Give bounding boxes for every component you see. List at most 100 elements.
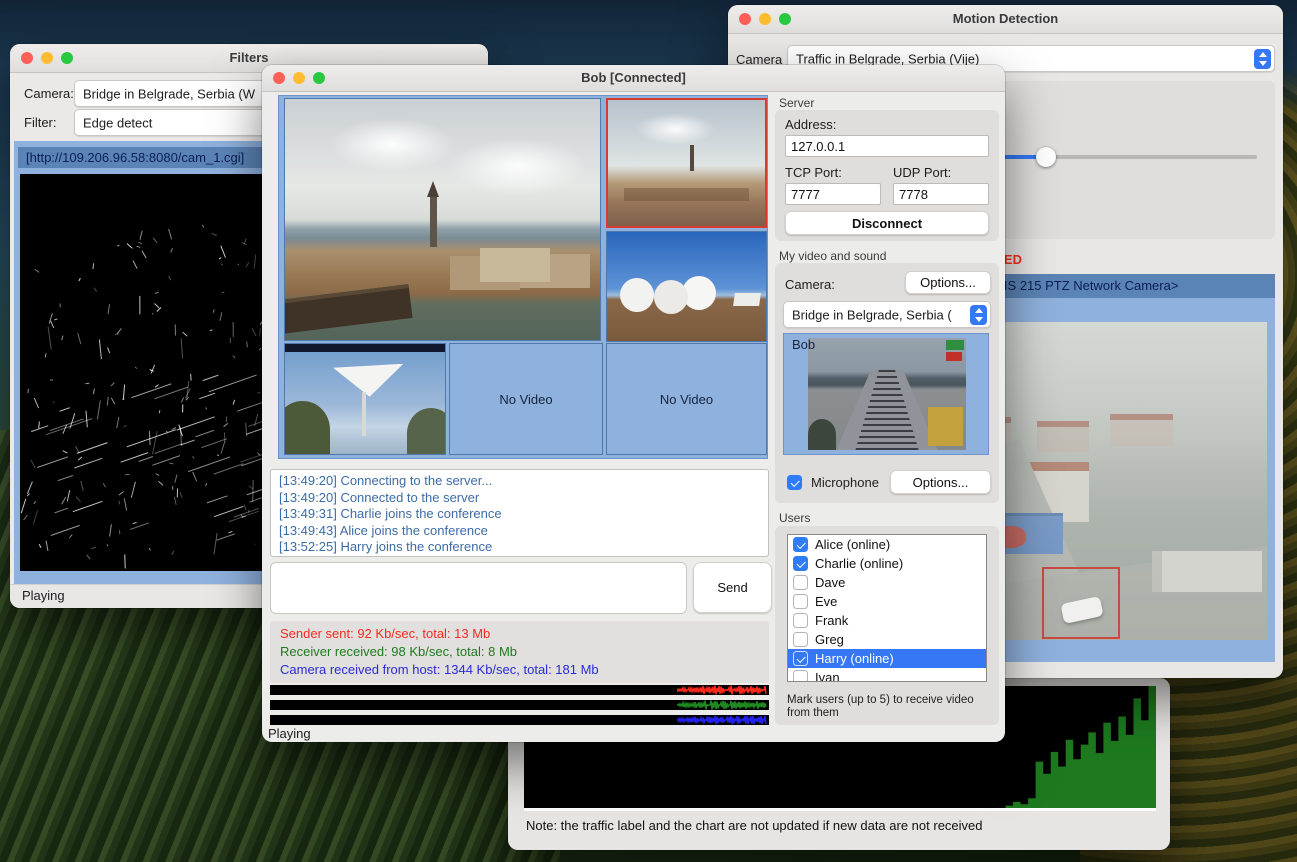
remote-video-feed-2[interactable] xyxy=(606,231,767,342)
buildings-shape xyxy=(480,248,549,282)
address-input[interactable] xyxy=(785,135,989,157)
sender-stat: Sender sent: 92 Kb/sec, total: 13 Mb xyxy=(280,625,759,643)
church-spire-shape xyxy=(690,145,694,171)
minimize-button[interactable] xyxy=(41,52,53,64)
user-checkbox[interactable] xyxy=(793,613,808,628)
waveform-blue xyxy=(677,715,767,725)
my-camera-select[interactable]: Bridge in Belgrade, Serbia ( xyxy=(783,301,991,328)
audio-level-bar-camera xyxy=(270,715,769,725)
user-checkbox[interactable] xyxy=(793,670,808,682)
user-row[interactable]: Frank xyxy=(788,611,986,630)
user-name: Greg xyxy=(815,632,844,647)
user-row[interactable]: Greg xyxy=(788,630,986,649)
user-row[interactable]: Dave xyxy=(788,573,986,592)
users-hint: Mark users (up to 5) to receive video fr… xyxy=(787,694,987,720)
minimize-button[interactable] xyxy=(293,72,305,84)
address-label: Address: xyxy=(785,117,836,132)
close-button[interactable] xyxy=(21,52,33,64)
my-video-panel: Options... Camera: Bridge in Belgrade, S… xyxy=(775,263,999,503)
motion-titlebar[interactable]: Motion Detection xyxy=(728,5,1283,34)
timestamp-bar-shape xyxy=(285,344,445,352)
chat-line: [13:52:25] Harry joins the conference xyxy=(279,539,760,556)
chart-note: Note: the traffic label and the chart ar… xyxy=(526,818,983,833)
empty-video-slot[interactable]: No Video xyxy=(606,343,767,455)
cloud-shape xyxy=(636,113,715,146)
chat-line: [13:49:43] Alice joins the conference xyxy=(279,523,760,540)
user-name: Dave xyxy=(815,575,845,590)
tcp-port-label: TCP Port: xyxy=(785,165,842,180)
no-video-label: No Video xyxy=(660,392,713,407)
yellow-building-shape xyxy=(928,407,963,445)
user-name: Eve xyxy=(815,594,837,609)
conference-log[interactable]: [13:49:20] Connecting to the server... [1… xyxy=(270,469,769,557)
remote-video-feed-1[interactable] xyxy=(606,98,767,228)
user-row[interactable]: Eve xyxy=(788,592,986,611)
self-video-preview[interactable]: Bob xyxy=(783,333,989,455)
video-options-button[interactable]: Options... xyxy=(905,271,991,294)
user-row[interactable]: Ivan xyxy=(788,668,986,682)
bob-conference-window: Bob [Connected] xyxy=(262,65,1005,742)
tree-shape xyxy=(808,419,836,450)
traffic-stats: Sender sent: 92 Kb/sec, total: 13 Mb Rec… xyxy=(270,621,769,683)
user-row[interactable]: Charlie (online) xyxy=(788,554,986,573)
window-controls xyxy=(21,52,73,64)
observatory-shed-shape xyxy=(733,293,761,306)
empty-video-slot[interactable]: No Video xyxy=(449,343,603,455)
users-panel: Alice (online) Charlie (online) Dave Eve Fra… xyxy=(775,526,999,725)
desktop: Note: the traffic label and the chart ar… xyxy=(0,0,1297,862)
microphone-checkbox[interactable] xyxy=(787,475,802,490)
disconnect-button[interactable]: Disconnect xyxy=(785,211,989,235)
camera-select-value: Traffic in Belgrade, Serbia (Vije) xyxy=(796,51,1250,66)
send-button[interactable]: Send xyxy=(693,562,772,613)
window-controls xyxy=(739,13,791,25)
tcp-port-input[interactable] xyxy=(785,183,881,205)
stepper-icon[interactable] xyxy=(1254,49,1271,69)
logo-badge xyxy=(946,340,964,350)
audio-level-bar-sent xyxy=(270,685,769,695)
rooftops-shape xyxy=(624,188,750,201)
audio-level-bar-received xyxy=(270,700,769,710)
dish-mast-shape xyxy=(362,392,366,436)
user-row[interactable]: Harry (online) xyxy=(788,649,986,668)
remote-video-feed-3[interactable] xyxy=(284,343,446,455)
preview-video-feed xyxy=(808,338,966,450)
server-panel: Address: TCP Port: UDP Port: Disconnect xyxy=(775,110,999,241)
main-video-feed[interactable] xyxy=(284,98,601,341)
waveform-green xyxy=(677,700,767,710)
close-button[interactable] xyxy=(273,72,285,84)
my-camera-select-value: Bridge in Belgrade, Serbia ( xyxy=(792,307,966,322)
udp-port-label: UDP Port: xyxy=(893,165,951,180)
waveform-red xyxy=(677,685,767,695)
user-name: Harry (online) xyxy=(815,651,894,666)
stepper-icon[interactable] xyxy=(970,305,987,325)
close-button[interactable] xyxy=(739,13,751,25)
chat-line: [13:49:20] Connecting to the server... xyxy=(279,473,760,490)
sensitivity-slider-thumb[interactable] xyxy=(1036,147,1056,167)
user-name: Alice (online) xyxy=(815,537,890,552)
users-list[interactable]: Alice (online) Charlie (online) Dave Eve Fra… xyxy=(787,534,987,682)
spire-cone-shape xyxy=(427,181,439,197)
no-video-label: No Video xyxy=(499,392,552,407)
bob-titlebar[interactable]: Bob [Connected] xyxy=(262,65,1005,92)
user-name: Charlie (online) xyxy=(815,556,903,571)
observatory-domes-shape xyxy=(620,278,654,312)
logo-badge xyxy=(946,352,962,361)
server-group-label: Server xyxy=(779,96,814,110)
preview-user-name: Bob xyxy=(792,337,815,352)
user-checkbox[interactable] xyxy=(793,594,808,609)
tree-shape xyxy=(284,401,330,455)
udp-port-input[interactable] xyxy=(893,183,989,205)
user-checkbox[interactable] xyxy=(793,556,808,571)
camera-label: Camera: xyxy=(24,86,74,101)
status-playing: Playing xyxy=(268,726,311,741)
message-input[interactable] xyxy=(270,562,687,614)
my-video-group-label: My video and sound xyxy=(779,249,886,263)
user-checkbox[interactable] xyxy=(793,632,808,647)
user-checkbox[interactable] xyxy=(793,651,808,666)
mic-options-button[interactable]: Options... xyxy=(890,470,991,494)
user-row[interactable]: Alice (online) xyxy=(788,535,986,554)
user-checkbox[interactable] xyxy=(793,537,808,552)
minimize-button[interactable] xyxy=(759,13,771,25)
cloud-shape xyxy=(329,118,455,171)
user-checkbox[interactable] xyxy=(793,575,808,590)
